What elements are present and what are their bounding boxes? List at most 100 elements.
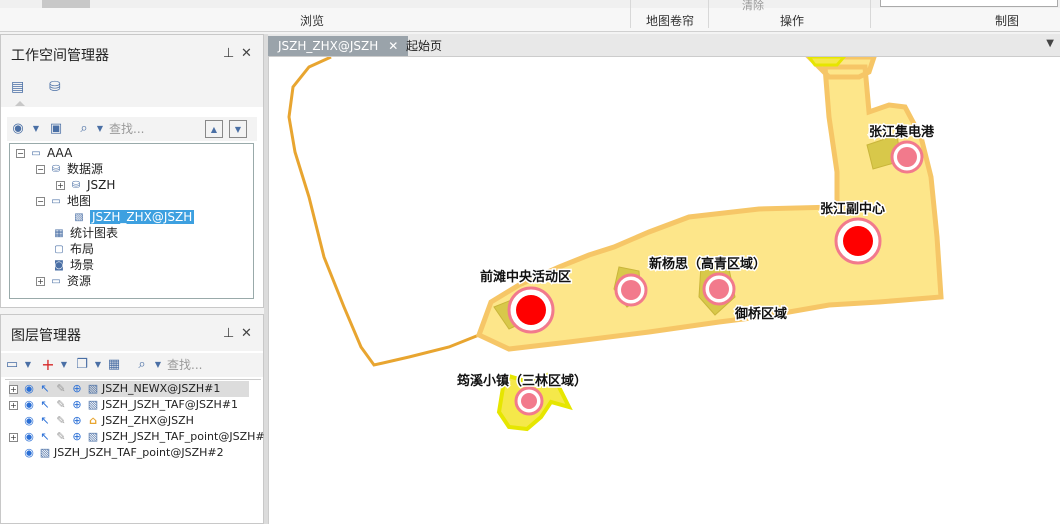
- ribbon-dropdown-field[interactable]: [880, 0, 1058, 7]
- region-layer-icon: ⌂: [89, 414, 97, 427]
- layer-list: + ◉ ↖ ✎ ⊕ ▧ JSZH_NEWX@JSZH#1 + ◉ ↖ ✎ ⊕ ▧ JSZH_JSZH_T…: [5, 379, 265, 521]
- editable-icon[interactable]: ✎: [54, 430, 68, 444]
- chevron-down-icon[interactable]: ▼: [19, 356, 37, 374]
- selectable-icon[interactable]: ↖: [38, 414, 52, 428]
- tree-node-maps[interactable]: − ▭ 地图: [36, 193, 91, 209]
- layer-search-input[interactable]: [167, 356, 247, 374]
- expand-icon[interactable]: +: [36, 277, 45, 286]
- datasource-icon: ⛁: [51, 163, 61, 175]
- expand-icon[interactable]: +: [56, 181, 65, 190]
- resource-icon: ▭: [51, 275, 61, 287]
- chevron-down-icon[interactable]: ▼: [149, 356, 167, 374]
- selectable-icon[interactable]: ↖: [38, 430, 52, 444]
- chevron-down-icon[interactable]: ▼: [91, 120, 109, 138]
- map-label-yunxi-town: 筠溪小镇（三林区域）: [457, 373, 587, 389]
- chevron-down-icon[interactable]: ▼: [27, 120, 45, 138]
- chevron-down-icon[interactable]: ▼: [55, 356, 73, 374]
- layer-row[interactable]: ◉ ↖ ✎ ⊕ ⌂ JSZH_ZHX@JSZH: [22, 413, 194, 429]
- selectable-icon[interactable]: ↖: [38, 382, 52, 396]
- district-node[interactable]: [614, 273, 648, 307]
- layer-row[interactable]: + ◉ ↖ ✎ ⊕ ▧ JSZH_NEWX@JSZH#1: [9, 381, 249, 397]
- active-view-caret: [15, 101, 25, 106]
- ribbon-tab-partial[interactable]: [42, 0, 90, 8]
- ribbon-separator: [630, 0, 631, 28]
- layer-row[interactable]: + ◉ ↖ ✎ ⊕ ▧ JSZH_JSZH_TAF@JSZH#1: [9, 397, 238, 413]
- layer-row[interactable]: ◉ ▧ JSZH_JSZH_TAF_point@JSZH#2: [22, 445, 223, 461]
- map-view[interactable]: 张江集电港 张江副中心 前滩中央活动区 新杨思（高青区域） 御桥区域 筠溪小镇（…: [268, 56, 1060, 524]
- database-icon: ⛁: [71, 179, 81, 191]
- tree-node-charts[interactable]: ▦ 统计图表: [52, 225, 118, 241]
- map-label-zhangjiang-subcenter: 张江副中心: [820, 201, 885, 217]
- layer-toolbar: ▭ ▼ + ▼ ❐ ▼ ▦ ⌕ ▼: [1, 353, 263, 377]
- workspace-search-input[interactable]: [109, 120, 197, 138]
- workspace-tree: − ▭ AAA − ⛁ 数据源 + ⛁ JSZH − ▭ 地图 ▧ JSZH_ZHX@JSZH ▦…: [9, 143, 254, 299]
- editable-icon[interactable]: ✎: [54, 382, 68, 396]
- layer-panel-title: 图层管理器: [11, 328, 81, 344]
- view-options-icon[interactable]: ◉: [9, 120, 27, 138]
- hub-node[interactable]: [834, 217, 882, 265]
- map-label-zhangjiang-jidiangang: 张江集电港: [869, 124, 935, 140]
- layer-panel-header: 图层管理器 ⊥ ✕: [1, 315, 263, 351]
- map-canvas[interactable]: 张江集电港 张江副中心 前滩中央活动区 新杨思（高青区域） 御桥区域 筠溪小镇（…: [269, 57, 1060, 524]
- editable-icon[interactable]: ✎: [54, 398, 68, 412]
- thematic-layer-icon: ▧: [39, 446, 51, 459]
- district-node[interactable]: [890, 140, 924, 174]
- chart-icon: ▦: [54, 227, 64, 239]
- eye-icon[interactable]: ◉: [22, 446, 36, 460]
- tree-node-layouts[interactable]: ▢ 布局: [52, 241, 94, 257]
- tree-node-datasources[interactable]: − ⛁ 数据源: [36, 161, 103, 177]
- tree-node-scenes[interactable]: ◙ 场景: [52, 257, 94, 273]
- document-tabs: JSZH_ZHX@JSZH ✕ 起始页 ▼: [268, 34, 1060, 56]
- snap-icon[interactable]: ⊕: [70, 382, 84, 396]
- ribbon-separator: [870, 0, 871, 28]
- snap-icon[interactable]: ⊕: [70, 414, 84, 428]
- expand-icon[interactable]: +: [9, 400, 18, 410]
- tree-node-map-jszh-zhx[interactable]: ▧ JSZH_ZHX@JSZH: [72, 209, 195, 225]
- layer-manager-panel: 图层管理器 ⊥ ✕ ▭ ▼ + ▼ ❐ ▼ ▦ ⌕ ▼ +◉↖✎⊕▧JSZH_N…: [0, 314, 265, 524]
- tree-node-datasource-jszh[interactable]: + ⛁ JSZH: [56, 177, 115, 193]
- map-label-yuqiao: 御桥区域: [734, 306, 787, 322]
- layer-properties-icon[interactable]: ▦: [105, 356, 123, 374]
- pin-icon[interactable]: ⊥: [223, 326, 234, 341]
- ribbon: 清除 浏览 地图卷帘 操作 制图: [0, 0, 1060, 32]
- hub-node[interactable]: [507, 286, 555, 334]
- close-icon[interactable]: ✕: [241, 326, 252, 341]
- close-icon[interactable]: ✕: [241, 46, 252, 61]
- collapse-icon[interactable]: −: [36, 197, 45, 206]
- eye-icon[interactable]: ◉: [22, 430, 36, 444]
- move-down-icon[interactable]: ▼: [229, 120, 247, 138]
- district-node[interactable]: [514, 386, 544, 416]
- pin-icon[interactable]: ⊥: [223, 46, 234, 61]
- snap-icon[interactable]: ⊕: [70, 430, 84, 444]
- expand-icon[interactable]: +: [9, 432, 18, 442]
- selectable-icon[interactable]: ↖: [38, 398, 52, 412]
- district-node[interactable]: [702, 272, 736, 306]
- move-up-icon[interactable]: ▲: [205, 120, 223, 138]
- database-view-icon[interactable]: ⛁: [49, 79, 69, 97]
- tree-node-resources[interactable]: + ▭ 资源: [36, 273, 91, 289]
- workspace-panel-title: 工作空间管理器: [11, 48, 109, 64]
- document-icon[interactable]: ▣: [47, 120, 65, 138]
- tab-map-jszh-zhx[interactable]: JSZH_ZHX@JSZH ✕: [268, 36, 409, 56]
- eye-icon[interactable]: ◉: [22, 398, 36, 412]
- map-label-qiantan: 前滩中央活动区: [480, 269, 571, 285]
- clear-button[interactable]: 清除: [742, 0, 764, 13]
- workspace-manager-panel: 工作空间管理器 ⊥ ✕ ▤ ⛁ ◉ ▼ ▣ ⌕ ▼ ▲ ▼ −▭AAA −⛁数据…: [0, 34, 264, 308]
- snap-icon[interactable]: ⊕: [70, 398, 84, 412]
- editable-icon[interactable]: ✎: [54, 414, 68, 428]
- group-label-cartography: 制图: [995, 14, 1020, 28]
- eye-icon[interactable]: ◉: [22, 382, 36, 396]
- workspace-tree-icon[interactable]: ▤: [11, 79, 31, 97]
- tab-start-page[interactable]: 起始页: [396, 36, 452, 56]
- workspace-panel-header: 工作空间管理器 ⊥ ✕: [1, 35, 263, 71]
- tabs-dropdown-icon[interactable]: ▼: [1046, 38, 1054, 49]
- tree-node-workspace[interactable]: − ▭ AAA: [16, 145, 72, 161]
- expand-icon[interactable]: +: [9, 384, 18, 394]
- workspace-icon: ▭: [31, 147, 41, 159]
- layer-row[interactable]: + ◉ ↖ ✎ ⊕ ▧ JSZH_JSZH_TAF_point@JSZH#: [9, 429, 265, 445]
- collapse-icon[interactable]: −: [16, 149, 25, 158]
- group-label-operation: 操作: [780, 14, 805, 28]
- collapse-icon[interactable]: −: [36, 165, 45, 174]
- eye-icon[interactable]: ◉: [22, 414, 36, 428]
- line-layer-icon: ▧: [87, 382, 99, 395]
